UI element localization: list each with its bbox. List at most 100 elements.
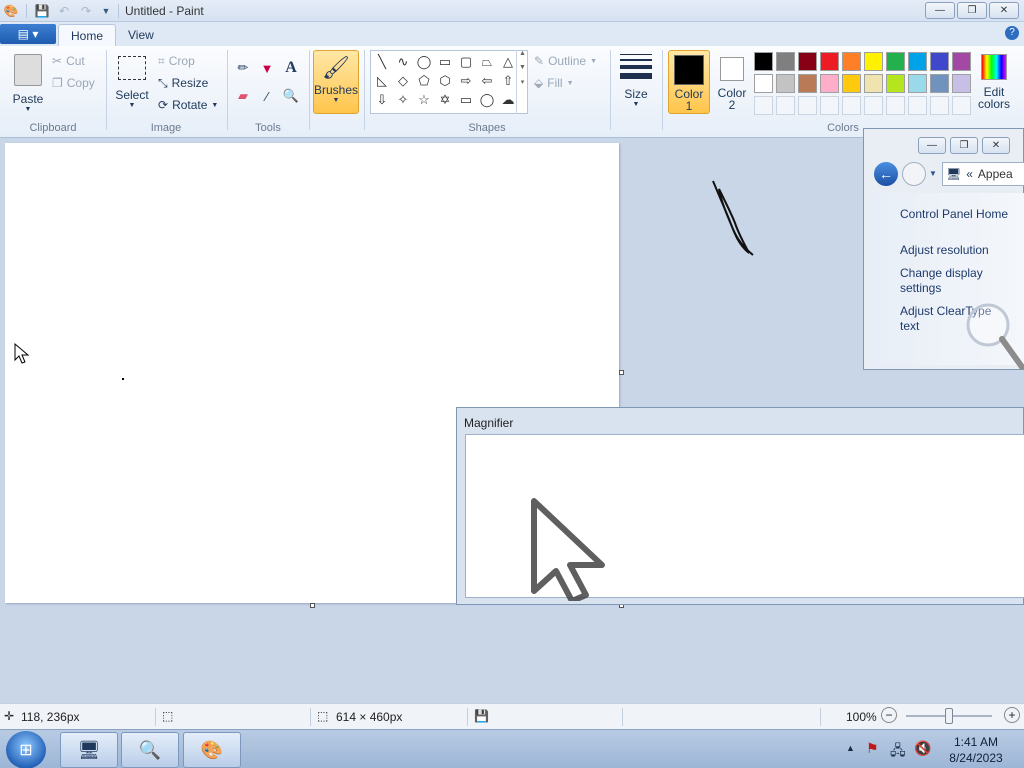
hexagon-shape-icon[interactable]: ⬡ xyxy=(436,72,454,90)
resize-button[interactable]: ⤡ Resize xyxy=(158,76,208,90)
redo-icon[interactable]: ↷ xyxy=(78,3,94,19)
right-triangle-shape-icon[interactable]: ◺ xyxy=(373,72,391,90)
diamond-shape-icon[interactable]: ◇ xyxy=(394,72,412,90)
minimize-button[interactable]: — xyxy=(925,2,955,19)
custom-color-slot-10[interactable] xyxy=(952,96,971,115)
custom-color-slot-7[interactable] xyxy=(886,96,905,115)
save-icon[interactable]: 💾 xyxy=(34,3,50,19)
palette-row1-swatch-9[interactable] xyxy=(930,52,949,71)
palette-row2-swatch-3[interactable] xyxy=(798,74,817,93)
palette-row2-swatch-5[interactable] xyxy=(842,74,861,93)
maximize-button[interactable]: ❐ xyxy=(957,2,987,19)
cut-button[interactable]: ✂ Cut xyxy=(52,54,85,68)
palette-row1-swatch-6[interactable] xyxy=(864,52,883,71)
left-arrow-shape-icon[interactable]: ⇦ xyxy=(478,72,496,90)
rectangle-shape-icon[interactable]: ▭ xyxy=(436,53,454,71)
recent-pages-chevron-icon[interactable]: ▼ xyxy=(929,169,937,178)
palette-row1-swatch-10[interactable] xyxy=(952,52,971,71)
palette-row1-swatch-2[interactable] xyxy=(776,52,795,71)
custom-color-slot-6[interactable] xyxy=(864,96,883,115)
volume-muted-icon[interactable]: 🔇 xyxy=(914,740,931,757)
cp-close-button[interactable]: ✕ xyxy=(982,137,1010,154)
custom-color-slot-1[interactable] xyxy=(754,96,773,115)
network-icon[interactable]: 🖧 xyxy=(890,740,906,764)
color2-button[interactable]: Color 2 xyxy=(712,50,752,114)
adjust-resolution-link[interactable]: Adjust resolution xyxy=(900,243,989,258)
show-hidden-icons-chevron-icon[interactable]: ▲ xyxy=(846,743,855,753)
custom-color-slot-2[interactable] xyxy=(776,96,795,115)
custom-color-slot-8[interactable] xyxy=(908,96,927,115)
custom-color-slot-5[interactable] xyxy=(842,96,861,115)
palette-row2-swatch-6[interactable] xyxy=(864,74,883,93)
palette-row2-swatch-8[interactable] xyxy=(908,74,927,93)
taskbar-control-panel-icon[interactable]: 🖥 xyxy=(60,732,118,768)
rounded-callout-shape-icon[interactable]: ▭ xyxy=(457,91,475,109)
line-shape-icon[interactable]: ╲ xyxy=(373,53,391,71)
resize-handle-right[interactable] xyxy=(619,370,624,375)
palette-row2-swatch-4[interactable] xyxy=(820,74,839,93)
eraser-icon[interactable]: ▰ xyxy=(233,86,253,106)
undo-icon[interactable]: ↶ xyxy=(56,3,72,19)
tab-view[interactable]: View xyxy=(116,24,166,46)
color1-button[interactable]: Color 1 xyxy=(668,50,710,114)
address-bar[interactable]: 🖥 « Appea xyxy=(942,162,1024,186)
action-center-icon[interactable]: ⚑ xyxy=(866,740,879,757)
close-button[interactable]: ✕ xyxy=(989,2,1019,19)
cloud-callout-shape-icon[interactable]: ☁ xyxy=(499,91,517,109)
taskbar-paint-icon[interactable]: 🎨 xyxy=(183,732,241,768)
palette-row2-swatch-2[interactable] xyxy=(776,74,795,93)
control-panel-home-link[interactable]: Control Panel Home xyxy=(900,207,1008,222)
palette-row1-swatch-5[interactable] xyxy=(842,52,861,71)
crop-button[interactable]: ⌗ Crop xyxy=(158,54,195,68)
oval-callout-shape-icon[interactable]: ◯ xyxy=(478,91,496,109)
edit-colors-button[interactable]: Edit colors xyxy=(976,50,1012,114)
help-icon[interactable]: ? xyxy=(1005,26,1019,40)
six-point-star-shape-icon[interactable]: ✡ xyxy=(436,91,454,109)
shapes-scroll[interactable]: ▲ ▼ ▾ xyxy=(516,50,528,114)
resize-handle-bottom[interactable] xyxy=(310,603,315,608)
five-point-star-shape-icon[interactable]: ☆ xyxy=(415,91,433,109)
zoom-slider-thumb[interactable] xyxy=(945,708,953,724)
outline-button[interactable]: ✎ Outline ▼ xyxy=(534,54,597,68)
right-arrow-shape-icon[interactable]: ⇨ xyxy=(457,72,475,90)
zoom-in-button[interactable]: + xyxy=(1004,707,1020,723)
up-arrow-shape-icon[interactable]: ⇧ xyxy=(499,72,517,90)
rounded-rectangle-shape-icon[interactable]: ▢ xyxy=(457,53,475,71)
pentagon-shape-icon[interactable]: ⬠ xyxy=(415,72,433,90)
pencil-icon[interactable]: ✏ xyxy=(233,58,253,78)
curve-shape-icon[interactable]: ∿ xyxy=(394,53,412,71)
palette-row2-swatch-9[interactable] xyxy=(930,74,949,93)
palette-row1-swatch-4[interactable] xyxy=(820,52,839,71)
fill-bucket-icon[interactable]: ▼ xyxy=(257,58,277,78)
palette-row2-swatch-7[interactable] xyxy=(886,74,905,93)
palette-row1-swatch-3[interactable] xyxy=(798,52,817,71)
fill-button[interactable]: ⬙ Fill ▼ xyxy=(534,76,574,90)
palette-row1-swatch-1[interactable] xyxy=(754,52,773,71)
cp-maximize-button[interactable]: ❐ xyxy=(950,137,978,154)
down-arrow-shape-icon[interactable]: ⇩ xyxy=(373,91,391,109)
custom-color-slot-4[interactable] xyxy=(820,96,839,115)
paint-app-icon[interactable]: 🎨 xyxy=(3,3,19,19)
cp-minimize-button[interactable]: — xyxy=(918,137,946,154)
zoom-out-button[interactable]: − xyxy=(881,707,897,723)
clock[interactable]: 1:41 AM 8/24/2023 xyxy=(936,734,1016,766)
oval-shape-icon[interactable]: ◯ xyxy=(415,53,433,71)
text-icon[interactable]: A xyxy=(281,58,301,78)
custom-color-slot-3[interactable] xyxy=(798,96,817,115)
customize-qat-chevron-icon[interactable]: ▼ xyxy=(98,3,114,19)
paste-button[interactable]: Paste ▼ xyxy=(8,50,48,114)
palette-row1-swatch-8[interactable] xyxy=(908,52,927,71)
brushes-button[interactable]: 🖌 Brushes ▼ xyxy=(313,50,359,114)
color-picker-icon[interactable]: ⁄ xyxy=(257,86,277,106)
size-button[interactable]: Size ▼ xyxy=(616,52,656,116)
tab-home[interactable]: Home xyxy=(58,24,117,46)
back-arrow-icon[interactable]: ← xyxy=(874,162,898,186)
polygon-shape-icon[interactable]: ⏢ xyxy=(478,53,496,71)
start-button[interactable]: ⊞ xyxy=(6,731,46,768)
four-point-star-shape-icon[interactable]: ✧ xyxy=(394,91,412,109)
triangle-shape-icon[interactable]: △ xyxy=(499,53,517,71)
palette-row2-swatch-10[interactable] xyxy=(952,74,971,93)
paint-menu-button[interactable]: ▤ ▾ xyxy=(0,24,56,44)
palette-row2-swatch-1[interactable] xyxy=(754,74,773,93)
magnifier-tool-icon[interactable]: 🔍 xyxy=(281,86,301,106)
